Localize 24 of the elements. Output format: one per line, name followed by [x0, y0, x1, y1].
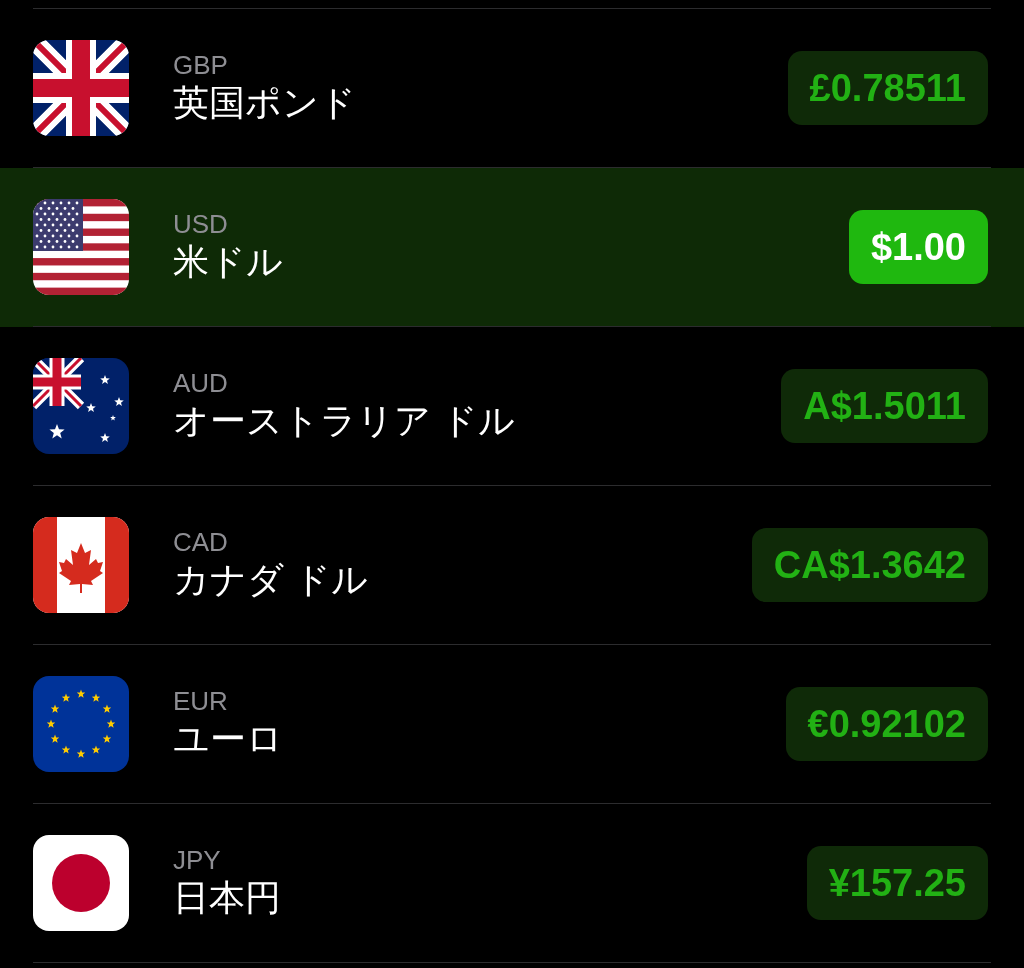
- rate-value[interactable]: €0.92102: [785, 687, 988, 761]
- rate-value[interactable]: £0.78511: [787, 51, 988, 125]
- currency-name: 日本円: [173, 876, 281, 920]
- rate-value[interactable]: A$1.5011: [781, 369, 988, 443]
- currency-name: カナダ ドル: [173, 558, 368, 602]
- currency-code: GBP: [173, 50, 228, 80]
- currency-name: 米ドル: [173, 240, 283, 284]
- rising-sun-disc-flag-icon: [33, 835, 129, 931]
- rate-value[interactable]: CA$1.3642: [751, 528, 988, 602]
- currency-name: 英国ポンド: [173, 81, 356, 125]
- ring-of-stars-flag-icon: [33, 676, 129, 772]
- currency-name: オーストラリア ドル: [173, 399, 515, 443]
- currency-code: USD: [173, 209, 228, 239]
- southern-cross-flag-icon: [33, 358, 129, 454]
- currency-code: JPY: [173, 845, 221, 875]
- rate-value[interactable]: ¥157.25: [806, 846, 988, 920]
- union-jack-flag-icon: [33, 40, 129, 136]
- currency-code: EUR: [173, 686, 228, 716]
- currency-name: ユーロ: [173, 717, 283, 761]
- maple-leaf-flag-icon: [33, 517, 129, 613]
- currency-row[interactable]: USD 米ドル $1.00: [0, 168, 1024, 327]
- currency-code: CAD: [173, 527, 228, 557]
- currency-code: AUD: [173, 368, 228, 398]
- stars-and-stripes-flag-icon: [33, 199, 129, 295]
